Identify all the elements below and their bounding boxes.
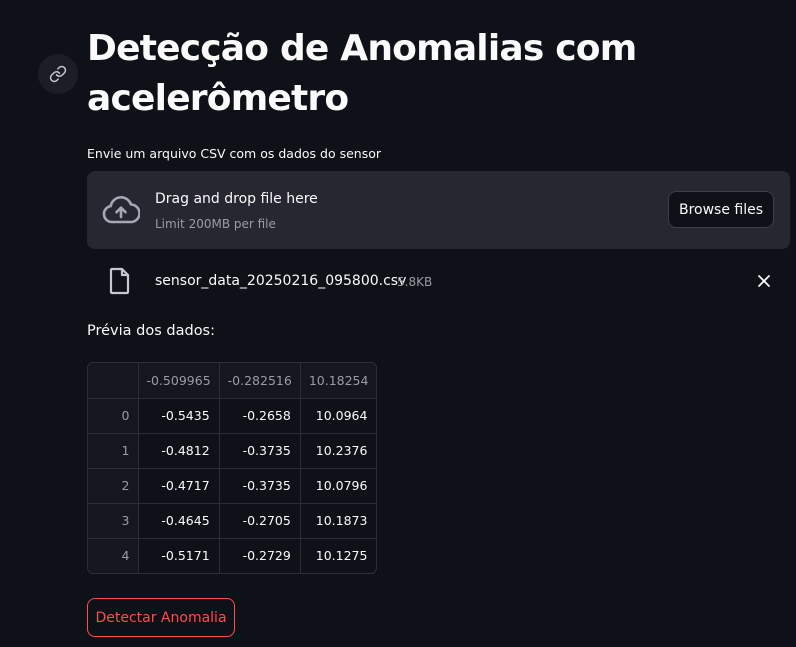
table-cell: -0.3735: [219, 468, 301, 504]
column-header[interactable]: -0.282516: [219, 363, 301, 399]
table-cell: -0.4717: [138, 468, 220, 504]
table-row: 3 -0.4645 -0.2705 10.1873: [88, 503, 377, 539]
preview-label: Prévia dos dados:: [87, 323, 216, 339]
data-preview-table[interactable]: -0.509965 -0.282516 10.18254 0 -0.5435 -…: [87, 362, 378, 574]
table-cell: 10.1873: [300, 503, 377, 539]
row-index: 3: [88, 503, 139, 539]
detect-anomaly-button[interactable]: Detectar Anomalia: [87, 598, 235, 637]
table-cell: -0.3735: [219, 433, 301, 469]
row-index: 1: [88, 433, 139, 469]
table-cell: 10.1275: [315, 548, 368, 564]
table-row: 0 -0.5435 -0.2658 10.0964: [88, 398, 377, 434]
row-index: 0: [88, 398, 139, 434]
column-header[interactable]: 10.18254: [300, 363, 377, 399]
table-row: 2 -0.4717 -0.3735 10.0796: [88, 468, 377, 504]
link-icon: [49, 65, 67, 83]
uploaded-file-row: sensor_data_20250216_095800.csv 5.8KB: [87, 264, 790, 298]
dropzone-limit: Limit 200MB per file: [155, 217, 276, 231]
file-dropzone[interactable]: Drag and drop file here Limit 200MB per …: [87, 171, 790, 249]
browse-files-button[interactable]: Browse files: [668, 191, 774, 228]
row-index: 2: [88, 468, 139, 504]
row-index: 4: [88, 538, 139, 573]
page-title: Detecção de Anomalias com acelerômetro: [87, 28, 637, 119]
table-cell: -0.4645: [138, 503, 220, 539]
header-anchor-link[interactable]: [38, 54, 78, 94]
dropzone-title: Drag and drop file here: [155, 191, 318, 207]
uploader-label: Envie um arquivo CSV com os dados do sen…: [87, 146, 381, 161]
table-row: 4 -0.5171 -0.2729 10.1275: [88, 538, 376, 573]
table-cell: -0.2729: [219, 538, 301, 573]
file-icon: [109, 267, 130, 295]
cloud-upload-icon: [102, 196, 140, 224]
close-icon[interactable]: [756, 273, 772, 289]
app-page: Detecção de Anomalias com acelerômetro E…: [0, 0, 796, 647]
table-cell: -0.5435: [138, 398, 220, 434]
uploaded-file-size: 5.8KB: [397, 275, 433, 289]
table-cell: 10.0964: [300, 398, 377, 434]
column-header[interactable]: -0.509965: [138, 363, 220, 399]
table-cell: -0.4812: [138, 433, 220, 469]
table-header-row: -0.509965 -0.282516 10.18254: [88, 363, 377, 399]
table-row: 1 -0.4812 -0.3735 10.2376: [88, 433, 377, 469]
table-cell: -0.5171: [138, 538, 220, 573]
table-cell: -0.2705: [219, 503, 301, 539]
table-cell: -0.2658: [219, 398, 301, 434]
uploaded-file-name: sensor_data_20250216_095800.csv: [155, 273, 407, 289]
table-cell: 10.0796: [300, 468, 377, 504]
table-cell: 10.2376: [300, 433, 377, 469]
index-header: [88, 363, 139, 399]
